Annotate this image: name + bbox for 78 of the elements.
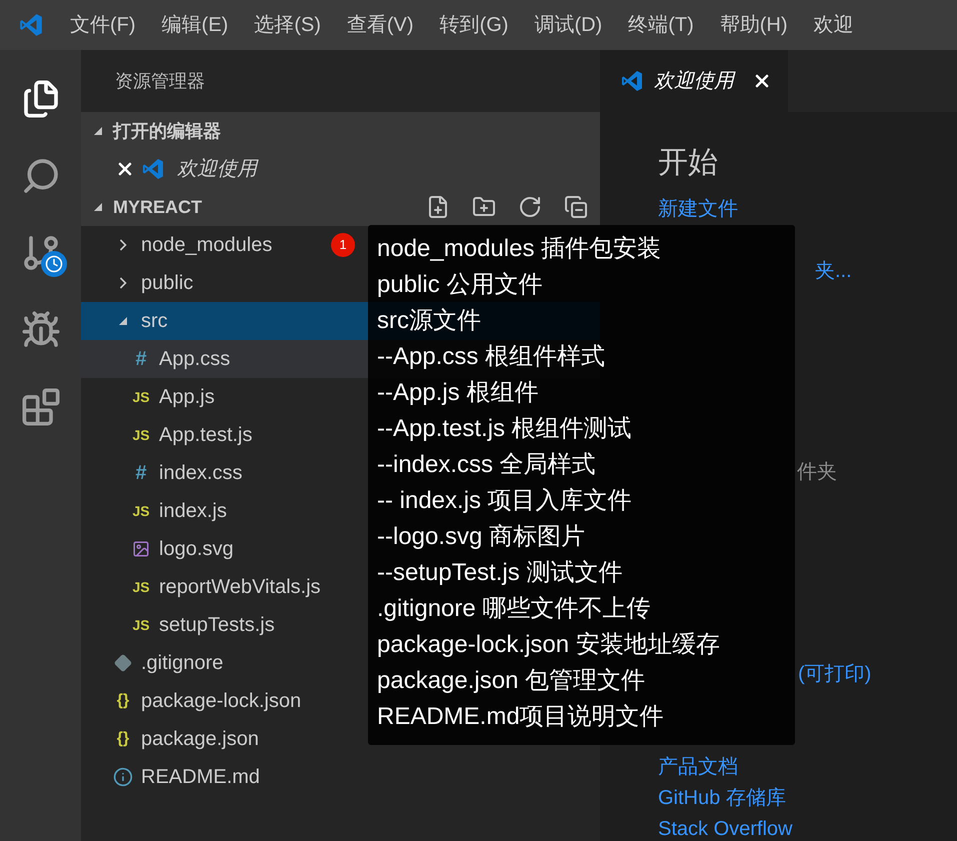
info-file-icon — [113, 767, 133, 787]
empty-message: 件夹 — [797, 460, 837, 485]
menu-item[interactable]: 编辑(E) — [154, 10, 236, 40]
welcome-link[interactable]: GitHub 存储库 — [658, 783, 786, 814]
js-file-icon: JS — [131, 424, 151, 446]
file-name: setupTests.js — [159, 613, 275, 638]
editor-tab[interactable]: 欢迎使用 — [600, 50, 788, 112]
tooltip-line: public 公用文件 — [377, 270, 544, 300]
new-folder-icon[interactable] — [472, 195, 496, 219]
image-file-icon — [132, 540, 150, 558]
clock-icon — [41, 251, 67, 277]
welcome-link[interactable]: (可打印) — [798, 659, 872, 690]
section-title: MYREACT — [113, 196, 202, 218]
section-title: 打开的编辑器 — [113, 120, 221, 142]
tooltip-line: package.json 包管理文件 — [377, 666, 646, 696]
file-name: package.json — [141, 727, 259, 752]
tooltip-line: node_modules 插件包安装 — [377, 234, 662, 264]
file-name: App.js — [159, 385, 215, 410]
window-title: 欢迎 — [814, 13, 854, 38]
menu-item[interactable]: 终端(T) — [620, 10, 702, 40]
file-name: node_modules — [141, 233, 272, 258]
debug-icon[interactable] — [20, 310, 60, 350]
refresh-icon[interactable] — [518, 195, 542, 219]
open-editor-item[interactable]: 欢迎使用 — [81, 150, 600, 188]
welcome-link[interactable]: 夹... — [815, 256, 852, 287]
file-name: reportWebVitals.js — [159, 575, 321, 600]
tooltip-line: package-lock.json 安装地址缓存 — [377, 630, 721, 660]
welcome-link[interactable]: 新建文件 — [658, 194, 738, 225]
welcome-link[interactable]: 产品文档 — [658, 752, 738, 783]
file-name: src — [141, 309, 168, 334]
file-name: App.test.js — [159, 423, 252, 448]
tooltip-line: -- index.js 项目入库文件 — [377, 486, 633, 516]
tree-item[interactable]: README.md — [81, 758, 600, 796]
css-file-icon: # — [131, 344, 151, 374]
tooltip-line: --App.test.js 根组件测试 — [377, 414, 633, 444]
js-file-icon: JS — [131, 500, 151, 522]
file-name: index.js — [159, 499, 227, 524]
tooltip-line: --index.css 全局样式 — [377, 450, 597, 480]
file-name: index.css — [159, 461, 242, 486]
tooltip-line: --App.js 根组件 — [377, 378, 540, 408]
tooltip-line: .gitignore 哪些文件不上传 — [377, 594, 652, 624]
file-name: package-lock.json — [141, 689, 302, 714]
tooltip-line: src源文件 — [377, 306, 482, 336]
menu-item[interactable]: 转到(G) — [432, 10, 516, 40]
file-name: .gitignore — [141, 651, 224, 676]
tab-label: 欢迎使用 — [654, 69, 734, 94]
tooltip-line: README.md项目说明文件 — [377, 702, 665, 732]
tooltip-line: --logo.svg 商标图片 — [377, 522, 586, 552]
menu-item[interactable]: 选择(S) — [246, 10, 329, 40]
welcome-link[interactable]: Stack Overflow — [658, 814, 792, 841]
problem-badge: 1 — [331, 233, 355, 257]
file-name: README.md — [141, 765, 260, 790]
vscode-logo-icon — [620, 69, 644, 93]
menu-item[interactable]: 查看(V) — [338, 10, 422, 40]
file-name: logo.svg — [159, 537, 234, 562]
tooltip-line: --setupTest.js 测试文件 — [377, 558, 624, 588]
git-file-icon — [114, 654, 132, 672]
json-file-icon: {} — [113, 689, 133, 713]
new-file-icon[interactable] — [426, 195, 450, 219]
js-file-icon: JS — [131, 614, 151, 636]
vscode-logo-icon — [18, 12, 44, 38]
css-file-icon: # — [131, 458, 151, 488]
js-file-icon: JS — [131, 386, 151, 408]
section-header[interactable]: MYREACT — [81, 188, 600, 226]
js-file-icon: JS — [131, 576, 151, 598]
editor-name: 欢迎使用 — [177, 157, 257, 182]
section-heading: 开始 — [658, 145, 718, 181]
menu-item[interactable]: 帮助(H) — [712, 10, 796, 40]
file-name: App.css — [159, 347, 230, 372]
section-header[interactable]: 打开的编辑器 — [81, 112, 600, 150]
vscode-logo-icon — [141, 157, 165, 181]
sidebar-title: 资源管理器 — [115, 70, 205, 92]
json-file-icon: {} — [113, 727, 133, 751]
file-name: public — [141, 271, 194, 296]
menu-item[interactable]: 调试(D) — [526, 10, 610, 40]
menu-item[interactable]: 文件(F) — [62, 10, 144, 40]
extensions-icon[interactable] — [20, 386, 60, 426]
collapse-all-icon[interactable] — [564, 195, 588, 219]
